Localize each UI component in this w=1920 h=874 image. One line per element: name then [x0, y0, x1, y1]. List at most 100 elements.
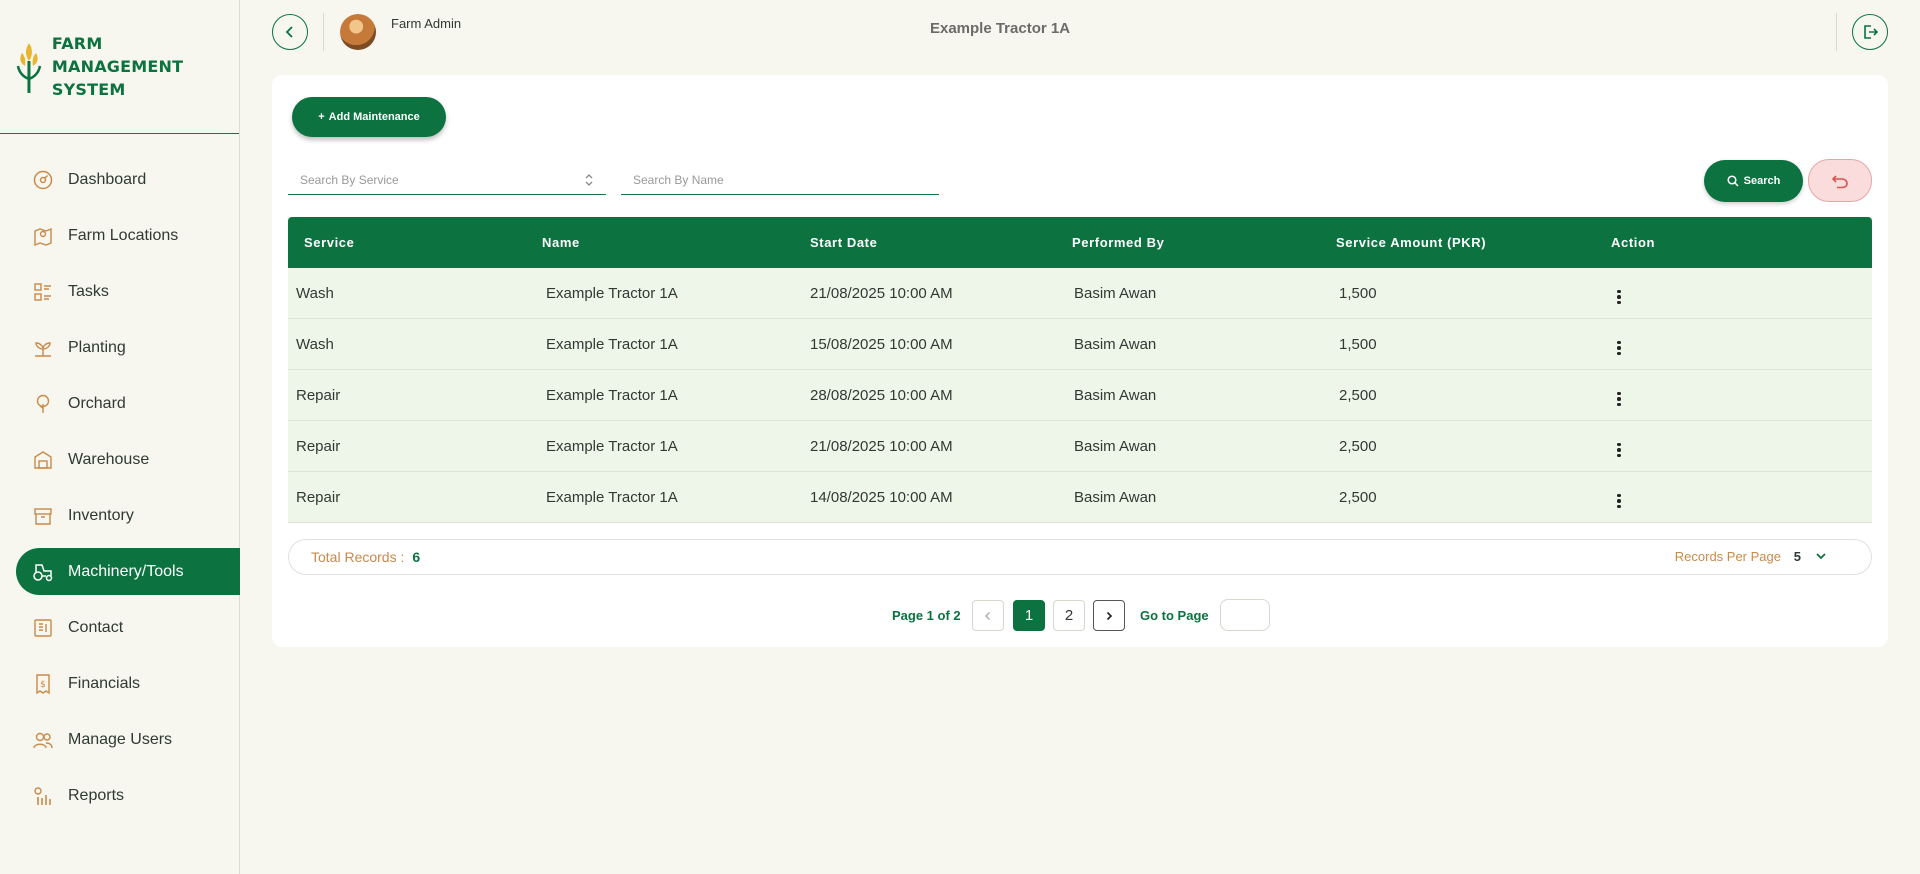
- row-actions-kebab-icon[interactable]: [1611, 339, 1627, 358]
- cell-performed-by: Basim Awan: [1074, 488, 1157, 506]
- reports-icon: [32, 785, 54, 807]
- tasks-list-icon: [32, 281, 54, 303]
- sidebar-item-tasks[interactable]: Tasks: [16, 268, 240, 315]
- name-filter-input[interactable]: Search By Name: [621, 165, 939, 195]
- chevron-left-icon: [985, 611, 990, 620]
- cell-start-date: 15/08/2025 10:00 AM: [810, 335, 953, 353]
- archive-box-icon: [32, 505, 54, 527]
- sidebar-item-label: Dashboard: [68, 170, 147, 188]
- warehouse-icon: [32, 449, 54, 471]
- sidebar-item-label: Tasks: [68, 282, 109, 300]
- sidebar-item-label: Farm Locations: [68, 226, 179, 244]
- sidebar-item-planting[interactable]: Planting: [16, 324, 240, 371]
- sidebar-item-farm-locations[interactable]: Farm Locations: [16, 212, 240, 259]
- sidebar-item-label: Contact: [68, 618, 124, 636]
- search-label: Search: [1743, 175, 1781, 187]
- prev-page-button[interactable]: [972, 600, 1004, 631]
- add-maintenance-button[interactable]: + Add Maintenance: [292, 97, 446, 137]
- table-row: Wash Example Tractor 1A 15/08/2025 10:00…: [288, 319, 1872, 370]
- row-actions-kebab-icon[interactable]: [1611, 390, 1627, 409]
- cell-name: Example Tractor 1A: [546, 284, 678, 302]
- cell-service: Repair: [296, 437, 341, 455]
- cell-name: Example Tractor 1A: [546, 386, 678, 404]
- chevron-right-icon: [1106, 611, 1113, 620]
- page-button-1[interactable]: 1: [1013, 600, 1045, 631]
- column-header-performed-by[interactable]: Performed By: [1072, 235, 1336, 250]
- sidebar-item-reports[interactable]: Reports: [16, 772, 240, 819]
- cell-service-amount: 2,500: [1339, 488, 1377, 506]
- sidebar-item-machinery-tools[interactable]: Machinery/Tools: [16, 548, 240, 595]
- sidebar-item-financials[interactable]: $ Financials: [16, 660, 240, 707]
- page-title: Example Tractor 1A: [929, 20, 1071, 37]
- header-divider: [1836, 13, 1837, 51]
- logout-button[interactable]: [1852, 14, 1888, 50]
- cell-service-amount: 2,500: [1339, 386, 1377, 404]
- sidebar-nav: Dashboard Farm Locations Tasks Planting …: [0, 134, 240, 819]
- sidebar-item-label: Reports: [68, 786, 125, 804]
- add-maintenance-label: Add Maintenance: [328, 111, 420, 123]
- total-records-value: 6: [412, 549, 421, 565]
- sprout-icon: [32, 337, 54, 359]
- sidebar-item-dashboard[interactable]: Dashboard: [16, 156, 240, 203]
- users-icon: [32, 729, 54, 751]
- cell-start-date: 21/08/2025 10:00 AM: [810, 437, 953, 455]
- search-button[interactable]: Search: [1704, 160, 1803, 202]
- sidebar-item-warehouse[interactable]: Warehouse: [16, 436, 240, 483]
- cell-service: Repair: [296, 488, 341, 506]
- total-records-label: Total Records :: [311, 549, 405, 565]
- brand: FARM MANAGEMENT SYSTEM: [0, 0, 239, 134]
- sidebar-item-contact[interactable]: Contact: [16, 604, 240, 651]
- column-header-service-amount[interactable]: Service Amount (PKR): [1336, 235, 1611, 250]
- dashboard-icon: [32, 169, 54, 191]
- pagination: Page 1 of 2 1 2 Go to Page: [272, 599, 1888, 631]
- service-filter-select[interactable]: Search By Service: [288, 165, 606, 195]
- sidebar-item-label: Warehouse: [68, 450, 150, 468]
- cell-name: Example Tractor 1A: [546, 437, 678, 455]
- sidebar: FARM MANAGEMENT SYSTEM Dashboard Farm Lo…: [0, 0, 240, 874]
- page-button-2[interactable]: 2: [1053, 600, 1085, 631]
- cell-start-date: 14/08/2025 10:00 AM: [810, 488, 953, 506]
- table-row: Repair Example Tractor 1A 21/08/2025 10:…: [288, 421, 1872, 472]
- cell-performed-by: Basim Awan: [1074, 335, 1157, 353]
- maintenance-card: + Add Maintenance Search By Service Sear…: [272, 75, 1888, 647]
- table-row: Repair Example Tractor 1A 28/08/2025 10:…: [288, 370, 1872, 421]
- sidebar-item-inventory[interactable]: Inventory: [16, 492, 240, 539]
- sidebar-item-manage-users[interactable]: Manage Users: [16, 716, 240, 763]
- brand-line-1: FARM MANAGEMENT: [51, 34, 184, 76]
- row-actions-kebab-icon[interactable]: [1611, 288, 1627, 307]
- table-row: Repair Example Tractor 1A 14/08/2025 10:…: [288, 472, 1872, 523]
- sidebar-item-orchard[interactable]: Orchard: [16, 380, 240, 427]
- row-actions-kebab-icon[interactable]: [1611, 441, 1627, 460]
- cell-service: Repair: [296, 386, 341, 404]
- column-header-name[interactable]: Name: [542, 235, 810, 250]
- cell-service-amount: 1,500: [1339, 284, 1377, 302]
- top-header: Farm Admin Example Tractor 1A: [240, 0, 1920, 64]
- sort-updown-icon: [585, 173, 593, 186]
- cell-start-date: 21/08/2025 10:00 AM: [810, 284, 953, 302]
- go-to-page-input[interactable]: [1220, 599, 1270, 631]
- logout-icon: [1864, 25, 1879, 39]
- column-header-service[interactable]: Service: [288, 235, 542, 250]
- sidebar-item-label: Financials: [68, 674, 141, 692]
- cell-service: Wash: [296, 335, 334, 353]
- invoice-dollar-icon: $: [32, 673, 54, 695]
- chevron-down-icon[interactable]: [1815, 551, 1827, 561]
- brand-line-2: SYSTEM: [51, 80, 126, 99]
- wheat-logo-icon: [16, 42, 42, 93]
- search-icon: [1727, 175, 1739, 187]
- cell-service: Wash: [296, 284, 334, 302]
- sidebar-item-label: Inventory: [68, 506, 134, 524]
- records-per-page-select[interactable]: 5: [1794, 549, 1801, 564]
- next-page-button[interactable]: [1093, 600, 1125, 631]
- cell-performed-by: Basim Awan: [1074, 437, 1157, 455]
- tree-icon: [32, 393, 54, 415]
- reset-button[interactable]: [1808, 159, 1872, 202]
- cell-service-amount: 1,500: [1339, 335, 1377, 353]
- cell-performed-by: Basim Awan: [1074, 386, 1157, 404]
- row-actions-kebab-icon[interactable]: [1611, 492, 1627, 511]
- tractor-icon: [32, 561, 54, 583]
- sidebar-item-label: Manage Users: [68, 730, 173, 748]
- column-header-start-date[interactable]: Start Date: [810, 235, 1072, 250]
- maintenance-table: Service Name Start Date Performed By Ser…: [288, 217, 1872, 523]
- cell-start-date: 28/08/2025 10:00 AM: [810, 386, 953, 404]
